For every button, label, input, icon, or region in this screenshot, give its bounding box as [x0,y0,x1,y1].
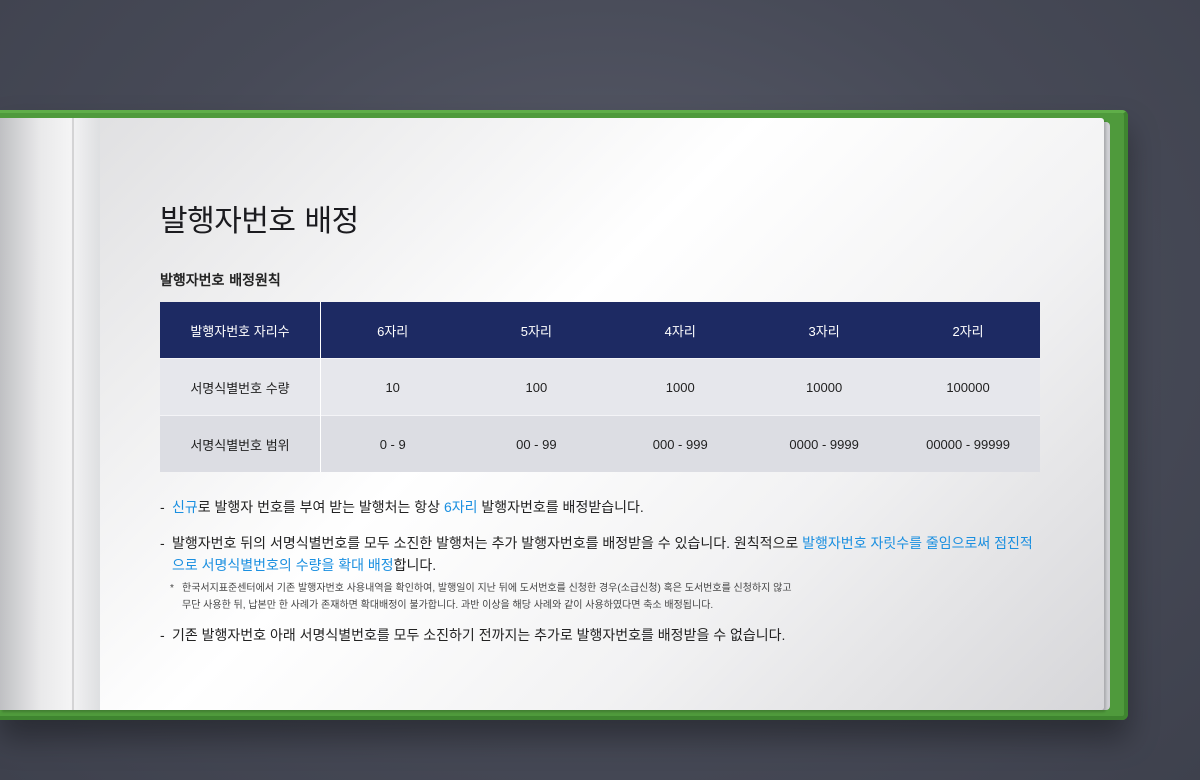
table-cell: 1000 [608,358,753,416]
note-text: 발행자번호 뒤의 서명식별번호를 모두 소진한 발행처는 추가 발행자번호를 배… [172,535,803,551]
table-cell: 00000 - 99999 [896,415,1040,472]
table-header-cell: 6자리 [320,302,465,359]
note-bullet: - [160,627,165,643]
section-subtitle: 발행자번호 배정원칙 [160,273,281,289]
note-highlight: 신규 [172,499,198,515]
footnote-line: 무단 사용한 뒤, 납본만 한 사례가 존재하면 확대배정이 불가합니다. 과반… [182,600,714,611]
note-text: 기존 발행자번호 아래 서명식별번호를 모두 소진하기 전까지는 추가로 발행자… [172,627,786,643]
table-cell: 100 [464,358,609,416]
note-text: 발행자번호를 배정받습니다. [477,499,644,515]
table-cell: 000 - 999 [608,415,753,472]
note-bullet: - [160,535,165,551]
note-text: 합니다. [393,557,437,573]
table-cell: 10 [320,358,465,416]
spine-fold-line [72,118,74,710]
note-highlight: 6자리 [443,499,478,515]
table-row: 서명식별번호 범위 0 - 9 00 - 99 000 - 999 0000 -… [160,415,1040,472]
note-text: 로 발행자 번호를 부여 받는 발행처는 항상 [197,499,444,515]
allocation-table: 발행자번호 자리수 6자리 5자리 4자리 3자리 2자리 서명식별번호 수량 … [160,302,1040,472]
note-additional-allocation: - 발행자번호 뒤의 서명식별번호를 모두 소진한 발행처는 추가 발행자번호를… [160,532,1040,576]
table-header-cell: 3자리 [752,302,897,359]
table-header-row: 발행자번호 자리수 6자리 5자리 4자리 3자리 2자리 [160,302,1040,359]
table-header-cell: 4자리 [608,302,753,359]
note-restriction: - 기존 발행자번호 아래 서명식별번호를 모두 소진하기 전까지는 추가로 발… [160,624,1040,646]
table-row: 서명식별번호 수량 10 100 1000 10000 100000 [160,358,1040,416]
page-title: 발행자번호 배정 [160,204,359,239]
table-row-label: 서명식별번호 수량 [160,358,321,416]
table-header-cell: 발행자번호 자리수 [160,302,321,359]
table-header-cell: 2자리 [896,302,1040,359]
table-row-label: 서명식별번호 범위 [160,415,321,472]
footnote-line: 한국서지표준센터에서 기존 발행자번호 사용내역을 확인하여, 발행일이 지난 … [182,583,792,594]
note-bullet: - [160,499,165,515]
table-cell: 00 - 99 [464,415,609,472]
table-cell: 0 - 9 [320,415,465,472]
table-cell: 10000 [752,358,897,416]
book-spine [0,118,100,710]
note-new-publisher: - 신규로 발행자 번호를 부여 받는 발행처는 항상 6자리 발행자번호를 배… [160,496,1040,518]
notes-list: - 신규로 발행자 번호를 부여 받는 발행처는 항상 6자리 발행자번호를 배… [160,496,1040,646]
table-cell: 0000 - 9999 [752,415,897,472]
footnote-marker: * [170,583,174,594]
footnote: * 한국서지표준센터에서 기존 발행자번호 사용내역을 확인하여, 발행일이 지… [160,580,1040,614]
table-header-cell: 5자리 [464,302,609,359]
table-cell: 100000 [896,358,1040,416]
